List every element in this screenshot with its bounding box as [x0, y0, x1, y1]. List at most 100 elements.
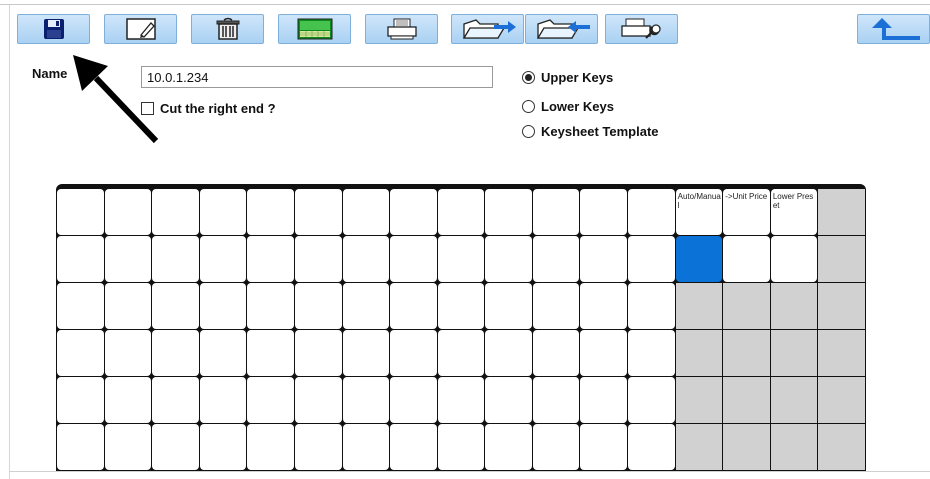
- upper-keys-radio[interactable]: [522, 71, 535, 84]
- layout-button[interactable]: [278, 14, 351, 44]
- key-r1c2[interactable]: [152, 236, 199, 282]
- device-settings-button[interactable]: [605, 14, 678, 44]
- key-r3c6[interactable]: [342, 330, 390, 376]
- key-r0c16[interactable]: [818, 189, 865, 235]
- key-r3c13[interactable]: [675, 330, 723, 376]
- key-r3c14[interactable]: [723, 330, 770, 376]
- print-button[interactable]: [365, 14, 438, 44]
- key-r4c8[interactable]: [437, 377, 485, 423]
- key-r0c3[interactable]: [199, 189, 247, 235]
- key-r4c11[interactable]: [580, 377, 628, 423]
- key-r0c4[interactable]: [247, 189, 294, 235]
- key-r3c16[interactable]: [818, 330, 865, 376]
- key-r4c7[interactable]: [390, 377, 437, 423]
- key-r1c1[interactable]: [104, 236, 152, 282]
- key-r5c8[interactable]: [437, 424, 485, 470]
- key-r4c16[interactable]: [818, 377, 865, 423]
- key-r1c3[interactable]: [199, 236, 247, 282]
- key-r2c2[interactable]: [152, 283, 199, 329]
- key-r2c7[interactable]: [390, 283, 437, 329]
- name-input[interactable]: [141, 66, 493, 88]
- key-r4c9[interactable]: [485, 377, 532, 423]
- cut-right-end-option[interactable]: Cut the right end ?: [141, 101, 276, 116]
- key-r3c10[interactable]: [532, 330, 580, 376]
- key-r2c4[interactable]: [247, 283, 294, 329]
- key-r0c8[interactable]: [437, 189, 485, 235]
- key-r1c13[interactable]: [675, 236, 723, 282]
- key-r2c16[interactable]: [818, 283, 865, 329]
- key-r4c6[interactable]: [342, 377, 390, 423]
- key-r5c11[interactable]: [580, 424, 628, 470]
- key-r4c5[interactable]: [294, 377, 342, 423]
- key-r3c11[interactable]: [580, 330, 628, 376]
- import-button[interactable]: [525, 14, 598, 44]
- keysheet-template-radio[interactable]: [522, 125, 535, 138]
- key-r4c0[interactable]: [57, 377, 104, 423]
- edit-button[interactable]: [104, 14, 177, 44]
- key-r3c5[interactable]: [294, 330, 342, 376]
- key-r2c0[interactable]: [57, 283, 104, 329]
- delete-button[interactable]: [191, 14, 264, 44]
- upper-keys-option[interactable]: Upper Keys: [522, 70, 613, 85]
- key-r1c9[interactable]: [485, 236, 532, 282]
- key-r2c11[interactable]: [580, 283, 628, 329]
- key-r0c2[interactable]: [152, 189, 199, 235]
- key-r5c5[interactable]: [294, 424, 342, 470]
- key-r1c0[interactable]: [57, 236, 104, 282]
- key-r5c1[interactable]: [104, 424, 152, 470]
- key-r0c13[interactable]: Auto/Manual: [675, 189, 723, 235]
- key-r0c14[interactable]: ->Unit Price: [723, 189, 770, 235]
- key-r5c14[interactable]: [723, 424, 770, 470]
- key-r4c10[interactable]: [532, 377, 580, 423]
- key-r2c15[interactable]: [770, 283, 818, 329]
- key-r0c5[interactable]: [294, 189, 342, 235]
- key-r2c14[interactable]: [723, 283, 770, 329]
- key-r5c10[interactable]: [532, 424, 580, 470]
- key-r5c4[interactable]: [247, 424, 294, 470]
- key-r1c8[interactable]: [437, 236, 485, 282]
- key-r4c13[interactable]: [675, 377, 723, 423]
- key-r0c1[interactable]: [104, 189, 152, 235]
- back-button[interactable]: [857, 14, 930, 44]
- key-r3c0[interactable]: [57, 330, 104, 376]
- key-r5c2[interactable]: [152, 424, 199, 470]
- key-r5c0[interactable]: [57, 424, 104, 470]
- key-r3c2[interactable]: [152, 330, 199, 376]
- key-r0c0[interactable]: [57, 189, 104, 235]
- key-r5c7[interactable]: [390, 424, 437, 470]
- key-r0c11[interactable]: [580, 189, 628, 235]
- key-r5c16[interactable]: [818, 424, 865, 470]
- key-r0c6[interactable]: [342, 189, 390, 235]
- key-r2c12[interactable]: [628, 283, 675, 329]
- key-r1c5[interactable]: [294, 236, 342, 282]
- key-r3c1[interactable]: [104, 330, 152, 376]
- key-r2c1[interactable]: [104, 283, 152, 329]
- key-r2c10[interactable]: [532, 283, 580, 329]
- lower-keys-radio[interactable]: [522, 100, 535, 113]
- key-r4c12[interactable]: [628, 377, 675, 423]
- key-r1c11[interactable]: [580, 236, 628, 282]
- key-r4c14[interactable]: [723, 377, 770, 423]
- key-r5c13[interactable]: [675, 424, 723, 470]
- key-r2c13[interactable]: [675, 283, 723, 329]
- key-r4c1[interactable]: [104, 377, 152, 423]
- key-r2c9[interactable]: [485, 283, 532, 329]
- key-r1c6[interactable]: [342, 236, 390, 282]
- key-r2c5[interactable]: [294, 283, 342, 329]
- cut-right-end-checkbox[interactable]: [141, 102, 154, 115]
- key-r5c9[interactable]: [485, 424, 532, 470]
- key-r0c10[interactable]: [532, 189, 580, 235]
- lower-keys-option[interactable]: Lower Keys: [522, 99, 614, 114]
- key-r4c2[interactable]: [152, 377, 199, 423]
- key-r4c3[interactable]: [199, 377, 247, 423]
- key-r1c10[interactable]: [532, 236, 580, 282]
- key-r0c9[interactable]: [485, 189, 532, 235]
- key-r4c4[interactable]: [247, 377, 294, 423]
- key-r3c15[interactable]: [770, 330, 818, 376]
- keysheet-template-option[interactable]: Keysheet Template: [522, 124, 659, 139]
- key-r1c12[interactable]: [628, 236, 675, 282]
- key-r5c6[interactable]: [342, 424, 390, 470]
- key-r1c14[interactable]: [723, 236, 770, 282]
- save-button[interactable]: [17, 14, 90, 44]
- key-r2c6[interactable]: [342, 283, 390, 329]
